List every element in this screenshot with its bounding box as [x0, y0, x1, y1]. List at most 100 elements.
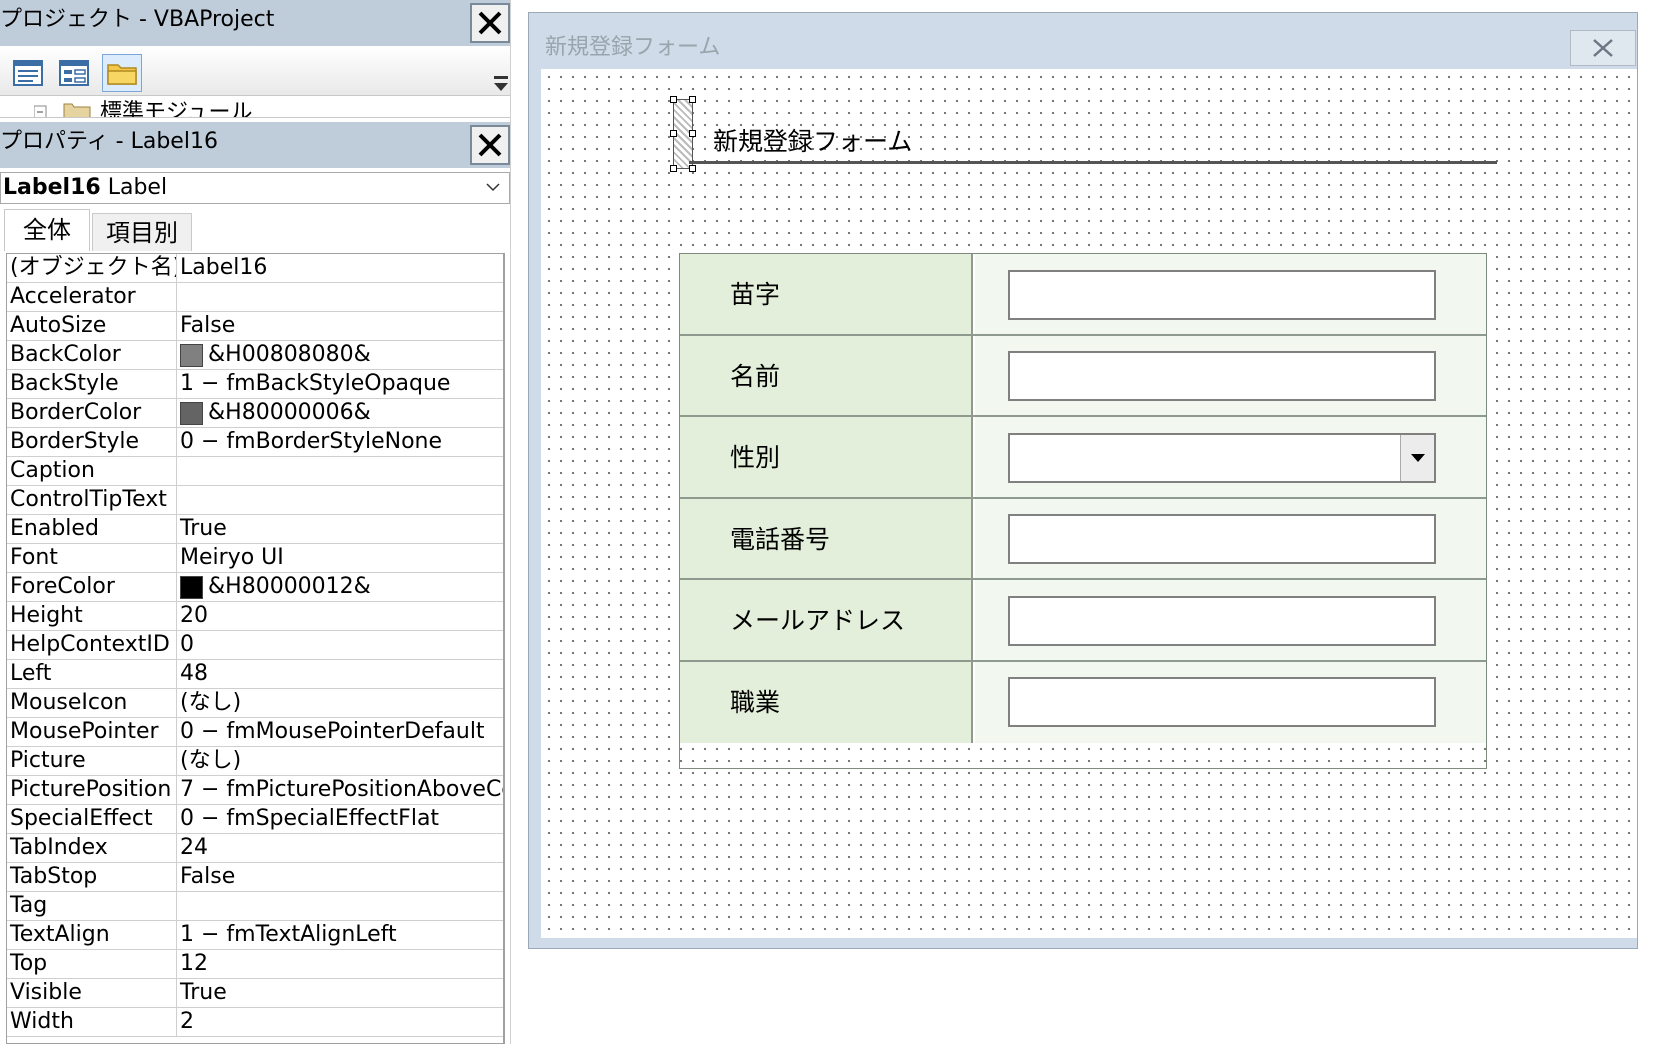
property-value[interactable]: 20	[177, 602, 503, 630]
property-row[interactable]: TextAlign 1 − fmTextAlignLeft	[7, 921, 503, 950]
property-row[interactable]: Picture (なし)	[7, 747, 503, 776]
property-row[interactable]: BorderColor &H80000006&	[7, 399, 503, 428]
form-field-label[interactable]: 苗字	[680, 254, 973, 334]
property-value-text: True	[180, 980, 227, 1005]
property-value[interactable]	[177, 283, 503, 311]
form-textbox[interactable]	[1008, 514, 1436, 565]
property-row[interactable]: Font Meiryo UI	[7, 544, 503, 573]
property-row[interactable]: SpecialEffect 0 − fmSpecialEffectFlat	[7, 805, 503, 834]
form-field-label[interactable]: 性別	[680, 417, 973, 497]
property-value[interactable]: False	[177, 312, 503, 340]
tab-categorized[interactable]: 項目別	[92, 213, 192, 251]
close-icon	[478, 133, 502, 157]
property-row[interactable]: MouseIcon (なし)	[7, 689, 503, 718]
property-value[interactable]: 48	[177, 660, 503, 688]
resize-handle[interactable]	[689, 130, 696, 137]
view-code-button[interactable]	[8, 54, 48, 92]
property-value[interactable]: Meiryo UI	[177, 544, 503, 572]
property-value[interactable]: &H80000012&	[177, 573, 503, 601]
form-combobox[interactable]	[1008, 432, 1436, 483]
form-heading-label[interactable]: 新規登録フォーム	[713, 122, 912, 158]
property-value[interactable]: 1 − fmBackStyleOpaque	[177, 370, 503, 398]
property-row[interactable]: PicturePosition 7 − fmPicturePositionAbov…	[7, 776, 503, 805]
property-value[interactable]: (なし)	[177, 747, 503, 775]
property-value[interactable]: True	[177, 979, 503, 1007]
form-textbox[interactable]	[1008, 269, 1436, 320]
property-row[interactable]: Caption	[7, 457, 503, 486]
property-row[interactable]: Enabled True	[7, 515, 503, 544]
property-row[interactable]: Accelerator	[7, 283, 503, 312]
resize-handle[interactable]	[689, 96, 696, 103]
property-row[interactable]: Height 20	[7, 602, 503, 631]
property-value[interactable]: 2	[177, 1008, 503, 1036]
resize-handle[interactable]	[670, 130, 677, 137]
userform-canvas[interactable]: 新規登録フォーム 苗字 名前 性別 電話番号 メールアドレス 職業	[541, 69, 1637, 938]
form-field-label[interactable]: 名前	[680, 335, 973, 415]
object-selector[interactable]: Label16 Label	[0, 172, 510, 204]
form-field-cell	[975, 661, 1486, 743]
property-value[interactable]	[177, 892, 503, 920]
property-row[interactable]: Top 12	[7, 950, 503, 979]
toggle-folders-button[interactable]	[102, 54, 142, 92]
properties-panel-title: プロパティ - Label16	[0, 129, 218, 154]
property-value[interactable]: 0 − fmBorderStyleNone	[177, 428, 503, 456]
selected-label-control[interactable]	[670, 96, 696, 172]
property-row[interactable]: Visible True	[7, 979, 503, 1008]
view-object-button[interactable]	[54, 54, 94, 92]
property-value[interactable]: False	[177, 863, 503, 891]
form-field-label[interactable]: メールアドレス	[680, 580, 973, 660]
resize-handle[interactable]	[670, 96, 677, 103]
tab-alphabetic[interactable]: 全体	[4, 209, 90, 251]
property-row[interactable]: HelpContextID 0	[7, 631, 503, 660]
property-row[interactable]: MousePointer 0 − fmMousePointerDefault	[7, 718, 503, 747]
tree-item-standard-module[interactable]: 標準モジュール	[100, 96, 252, 117]
resize-handle[interactable]	[689, 165, 696, 172]
form-field-label[interactable]: 電話番号	[680, 498, 973, 578]
property-row[interactable]: Left 48	[7, 660, 503, 689]
property-row[interactable]: BorderStyle 0 − fmBorderStyleNone	[7, 428, 503, 457]
property-value[interactable]: (なし)	[177, 689, 503, 717]
property-value[interactable]: 12	[177, 950, 503, 978]
property-value-text: True	[180, 516, 227, 541]
properties-panel-close-button[interactable]	[470, 125, 510, 165]
property-row[interactable]: ControlTipText	[7, 486, 503, 515]
toolbar-overflow-icon[interactable]	[492, 74, 510, 98]
dropdown-button[interactable]	[1400, 434, 1434, 481]
property-row[interactable]: Tag	[7, 892, 503, 921]
property-row[interactable]: ForeColor &H80000012&	[7, 573, 503, 602]
property-value[interactable]: 0 − fmMousePointerDefault	[177, 718, 503, 746]
form-textbox[interactable]	[1008, 595, 1436, 646]
project-panel-close-button[interactable]	[470, 3, 510, 43]
property-row[interactable]: BackStyle 1 − fmBackStyleOpaque	[7, 370, 503, 399]
userform-close-button[interactable]	[1570, 30, 1636, 66]
property-row[interactable]: TabIndex 24	[7, 834, 503, 863]
property-value[interactable]	[177, 457, 503, 485]
property-name: HelpContextID	[7, 631, 177, 659]
property-value[interactable]: 0 − fmSpecialEffectFlat	[177, 805, 503, 833]
property-value-text: 0 − fmSpecialEffectFlat	[180, 806, 440, 831]
property-row[interactable]: BackColor &H00808080&	[7, 341, 503, 370]
property-value[interactable]: Label16	[177, 254, 503, 282]
property-row[interactable]: AutoSize False	[7, 312, 503, 341]
resize-handle[interactable]	[670, 165, 677, 172]
property-name: Accelerator	[7, 283, 177, 311]
form-textbox[interactable]	[1008, 677, 1436, 728]
form-textbox[interactable]	[1008, 351, 1436, 402]
property-row[interactable]: Width 2	[7, 1008, 503, 1037]
property-value[interactable]	[177, 486, 503, 514]
heading-underline[interactable]	[689, 161, 1497, 164]
property-value[interactable]: 0	[177, 631, 503, 659]
property-value[interactable]: &H00808080&	[177, 341, 503, 369]
property-name: (オブジェクト名)	[7, 254, 177, 282]
form-field-label[interactable]: 職業	[680, 661, 973, 743]
property-value[interactable]: &H80000006&	[177, 399, 503, 427]
property-value[interactable]: True	[177, 515, 503, 543]
property-row[interactable]: TabStop False	[7, 863, 503, 892]
panel-splitter[interactable]	[510, 0, 520, 1044]
property-value[interactable]: 7 − fmPicturePositionAboveCe	[177, 776, 503, 804]
property-value[interactable]: 1 − fmTextAlignLeft	[177, 921, 503, 949]
property-value[interactable]: 24	[177, 834, 503, 862]
property-row[interactable]: (オブジェクト名) Label16	[7, 254, 503, 283]
userform-window[interactable]: 新規登録フォーム 新規登録フォーム 苗字 名前 性別 電話番号 メールアドレス 職業	[528, 12, 1638, 949]
property-name: BorderColor	[7, 399, 177, 427]
